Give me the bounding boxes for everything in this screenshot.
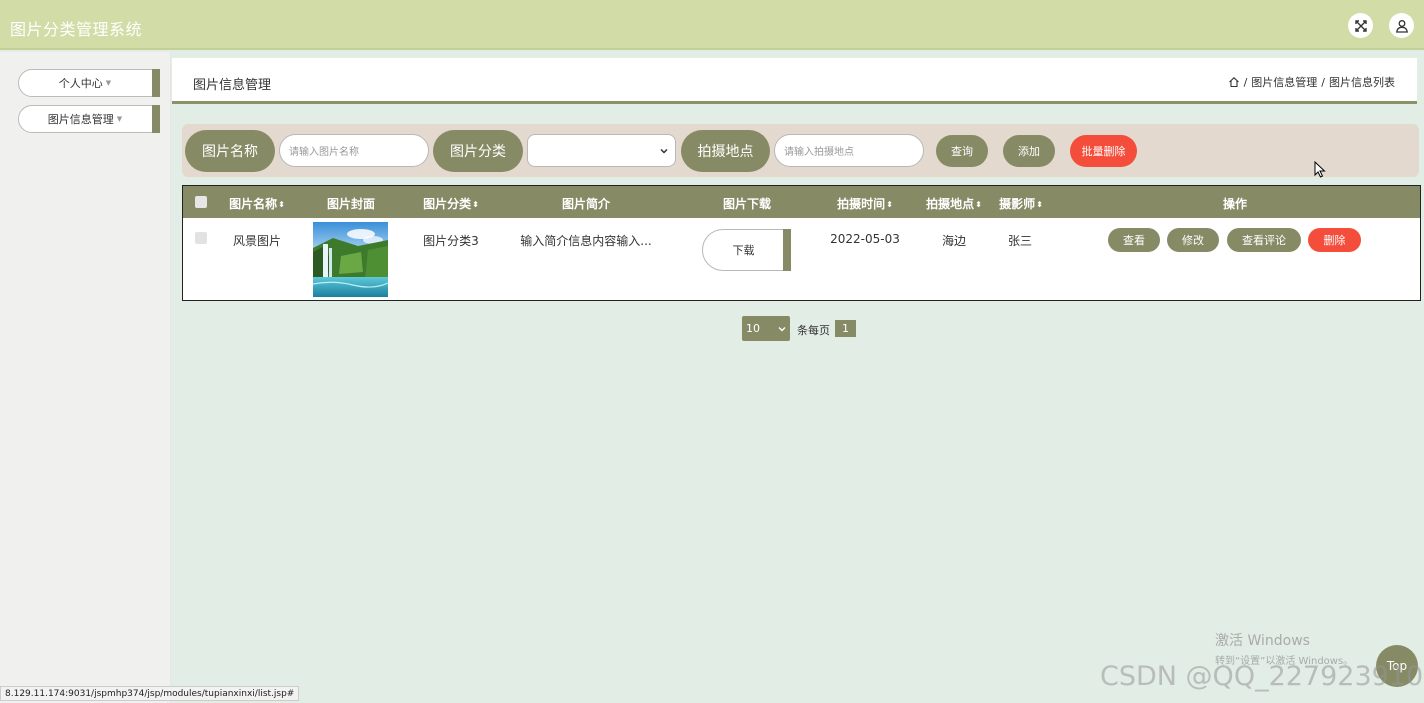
sort-icon: ⬍ <box>1036 200 1043 209</box>
home-icon[interactable] <box>1228 76 1240 88</box>
delete-button[interactable]: 删除 <box>1308 228 1361 252</box>
sort-icon: ⬍ <box>278 200 285 209</box>
column-header-location[interactable]: 拍摄地点⬍ <box>926 195 982 212</box>
page-title: 图片信息管理 <box>193 78 272 93</box>
breadcrumb: / 图片信息管理 / 图片信息列表 <box>1228 74 1395 90</box>
column-header-name[interactable]: 图片名称⬍ <box>229 195 285 212</box>
cell-time: 2022-05-03 <box>830 232 900 246</box>
name-search-label: 图片名称 <box>185 130 275 172</box>
query-button[interactable]: 查询 <box>936 135 988 167</box>
select-all-checkbox[interactable] <box>195 196 207 208</box>
top-bar: 图片分类管理系统 <box>0 0 1424 50</box>
sidebar-item-image-management[interactable]: 图片信息管理 ▼ <box>18 105 160 133</box>
search-bar: 图片名称 请输入图片名称 图片分类 拍摄地点 请输入拍摄地点 查询 添加 批量删… <box>182 124 1419 177</box>
page-number-button[interactable]: 1 <box>835 320 856 337</box>
category-select[interactable] <box>527 134 676 167</box>
page-size-value: 10 <box>746 322 760 335</box>
add-button[interactable]: 添加 <box>1003 135 1055 167</box>
chevron-down-icon <box>660 148 668 154</box>
chevron-down-icon <box>778 327 786 332</box>
mouse-cursor-icon <box>1314 161 1326 178</box>
column-header-cover: 图片封面 <box>326 197 376 211</box>
sort-icon: ⬍ <box>886 200 893 209</box>
cell-name: 风景图片 <box>232 234 282 248</box>
location-search-label: 拍摄地点 <box>681 130 770 172</box>
table-header: 图片名称⬍ 图片封面 图片分类⬍ 图片简介 图片下载 拍摄时间⬍ 拍摄地点⬍ 摄… <box>183 186 1420 218</box>
cell-category: 图片分类3 <box>423 234 479 248</box>
breadcrumb-separator: / <box>1243 75 1248 89</box>
location-search-input[interactable]: 请输入拍摄地点 <box>774 134 924 167</box>
column-header-actions: 操作 <box>1222 197 1248 211</box>
download-button[interactable]: 下载 <box>702 229 791 271</box>
user-icon[interactable] <box>1389 13 1414 38</box>
image-table: 图片名称⬍ 图片封面 图片分类⬍ 图片简介 图片下载 拍摄时间⬍ 拍摄地点⬍ 摄… <box>182 185 1421 301</box>
breadcrumb-separator: / <box>1321 75 1325 89</box>
csdn-watermark: CSDN @QQ_2279239102 <box>1100 661 1424 692</box>
per-page-label: 条每页 <box>797 324 830 337</box>
page-size-select[interactable]: 10 <box>742 316 790 341</box>
sort-icon: ⬍ <box>472 200 479 209</box>
column-header-intro: 图片简介 <box>561 197 611 211</box>
column-header-time[interactable]: 拍摄时间⬍ <box>837 195 893 212</box>
breadcrumb-item-image-list: 图片信息列表 <box>1329 76 1395 89</box>
page-header: 图片信息管理 / 图片信息管理 / 图片信息列表 <box>172 58 1417 104</box>
sidebar-item-personal-center[interactable]: 个人中心 ▼ <box>18 69 160 97</box>
row-checkbox[interactable] <box>195 232 207 244</box>
column-header-download: 图片下载 <box>722 197 772 211</box>
caret-down-icon: ▼ <box>105 79 112 87</box>
category-search-label: 图片分类 <box>433 130 523 172</box>
cover-thumbnail-image[interactable] <box>313 222 388 297</box>
edit-button[interactable]: 修改 <box>1167 228 1219 252</box>
caret-down-icon: ▼ <box>116 115 123 123</box>
app-title: 图片分类管理系统 <box>10 20 143 39</box>
breadcrumb-item-image-management[interactable]: 图片信息管理 <box>1251 74 1317 90</box>
column-header-category[interactable]: 图片分类⬍ <box>423 195 479 212</box>
activation-title: 激活 Windows <box>1215 633 1310 649</box>
cell-photographer: 张三 <box>1007 234 1033 248</box>
sidebar-item-label: 个人中心 <box>58 77 103 90</box>
view-comments-button[interactable]: 查看评论 <box>1227 228 1301 252</box>
status-bar-url: 8.129.11.174:9031/jspmhp374/jsp/modules/… <box>0 686 300 701</box>
name-search-input[interactable]: 请输入图片名称 <box>279 134 429 167</box>
column-header-photographer[interactable]: 摄影师⬍ <box>999 195 1043 212</box>
cell-location: 海边 <box>941 234 967 248</box>
sort-icon: ⬍ <box>975 200 982 209</box>
view-button[interactable]: 查看 <box>1108 228 1160 252</box>
fullscreen-icon[interactable] <box>1348 13 1373 38</box>
batch-delete-button[interactable]: 批量删除 <box>1070 135 1137 167</box>
cell-intro: 输入简介信息内容输入... <box>520 234 652 248</box>
sidebar: 个人中心 ▼ 图片信息管理 ▼ <box>0 52 171 703</box>
sidebar-item-label: 图片信息管理 <box>47 113 114 126</box>
